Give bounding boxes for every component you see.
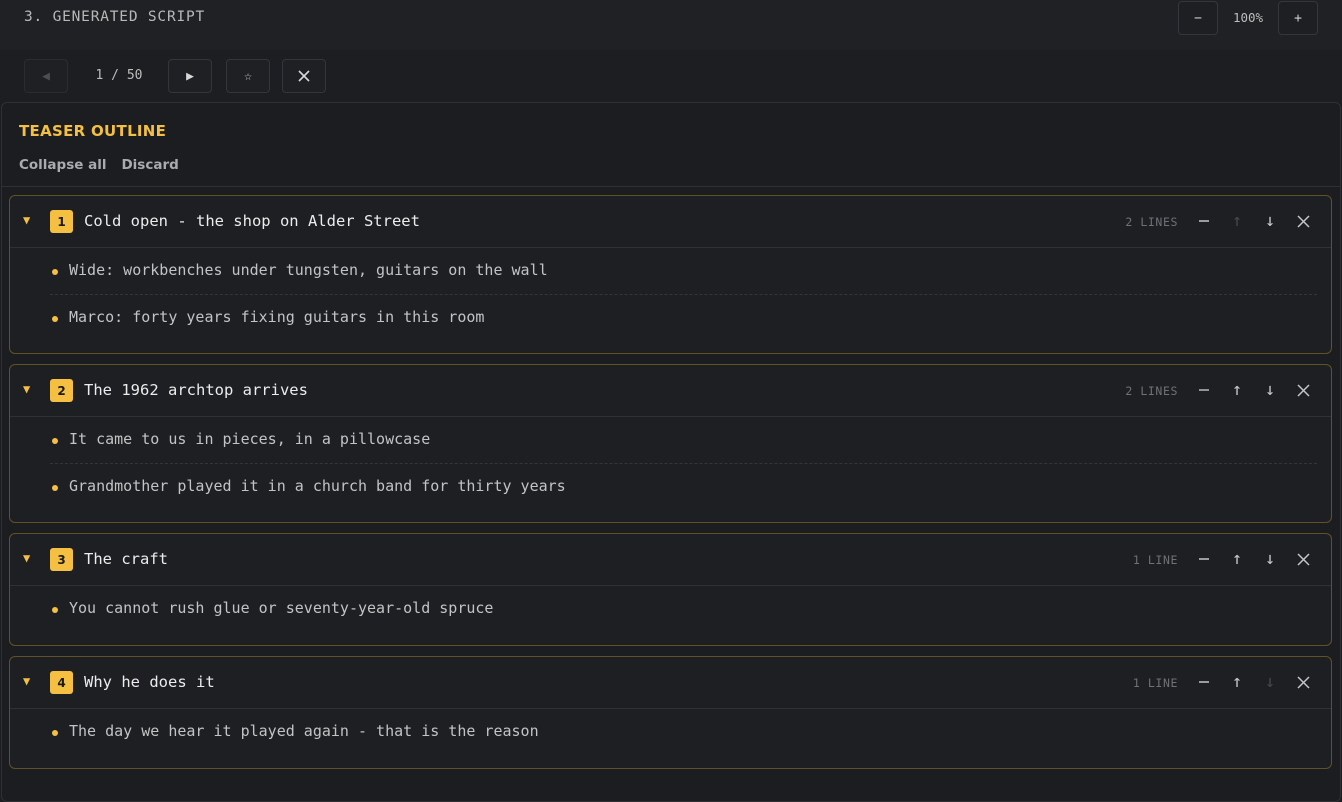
favorite-button[interactable]: ☆ bbox=[226, 59, 270, 93]
previous-button[interactable]: ◀ bbox=[24, 59, 68, 93]
remove-section-button[interactable] bbox=[1291, 209, 1315, 233]
section-header[interactable]: ▼ 4 Why he does it 1 LINE ↑ ↓ bbox=[10, 657, 1331, 709]
section-title[interactable]: Why he does it bbox=[84, 673, 215, 691]
script-line-text[interactable]: The day we hear it played again - that i… bbox=[69, 722, 539, 740]
section-header[interactable]: ▼ 2 The 1962 archtop arrives 2 LINES ↑ ↓ bbox=[10, 365, 1331, 417]
minus-icon bbox=[1199, 681, 1209, 683]
play-reverse-icon: ◀ bbox=[42, 68, 50, 84]
section-title[interactable]: The craft bbox=[84, 550, 168, 568]
move-down-button[interactable]: ↓ bbox=[1258, 547, 1282, 571]
bullet-icon bbox=[52, 485, 58, 491]
line-count: 2 LINES bbox=[1125, 215, 1178, 229]
outline-section: ▼ 2 The 1962 archtop arrives 2 LINES ↑ ↓ bbox=[9, 364, 1332, 523]
chevron-down-icon[interactable]: ▼ bbox=[23, 551, 30, 565]
move-down-button[interactable]: ↓ bbox=[1258, 378, 1282, 402]
outline-header: TEASER OUTLINE Collapse all Discard bbox=[2, 103, 1340, 187]
star-icon: ☆ bbox=[244, 68, 252, 84]
script-line-text[interactable]: Wide: workbenches under tungsten, guitar… bbox=[69, 261, 548, 279]
arrow-down-icon: ↓ bbox=[1264, 672, 1276, 692]
collapse-section-button[interactable] bbox=[1192, 378, 1216, 402]
section-number-badge: 2 bbox=[50, 379, 73, 402]
outline-section: ▼ 3 The craft 1 LINE ↑ ↓ You cannot rush… bbox=[9, 533, 1332, 646]
close-icon bbox=[1296, 383, 1310, 397]
script-line-text[interactable]: It came to us in pieces, in a pillowcase bbox=[69, 430, 430, 448]
bullet-icon bbox=[52, 438, 58, 444]
line-count: 1 LINE bbox=[1132, 553, 1178, 567]
close-icon bbox=[1296, 552, 1310, 566]
script-line[interactable]: Wide: workbenches under tungsten, guitar… bbox=[50, 248, 1317, 294]
minus-icon bbox=[1199, 389, 1209, 391]
remove-section-button[interactable] bbox=[1291, 378, 1315, 402]
minus-icon bbox=[1199, 220, 1209, 222]
close-icon bbox=[1296, 214, 1310, 228]
move-down-button[interactable]: ↓ bbox=[1258, 209, 1282, 233]
bullet-icon bbox=[52, 730, 58, 736]
line-count: 2 LINES bbox=[1125, 384, 1178, 398]
outline-section: ▼ 4 Why he does it 1 LINE ↑ ↓ The day we… bbox=[9, 656, 1332, 769]
zoom-level: 100% bbox=[1232, 10, 1264, 25]
minus-icon bbox=[1199, 558, 1209, 560]
script-line-text[interactable]: You cannot rush glue or seventy-year-old… bbox=[69, 599, 493, 617]
page-indicator: 1 / 50 bbox=[95, 68, 143, 83]
move-up-button[interactable]: ↑ bbox=[1225, 378, 1249, 402]
outline-actions: Collapse all Discard bbox=[19, 157, 179, 173]
arrow-up-icon: ↑ bbox=[1231, 549, 1243, 569]
arrow-up-icon: ↑ bbox=[1231, 380, 1243, 400]
outline-section: ▼ 1 Cold open - the shop on Alder Street… bbox=[9, 195, 1332, 354]
zoom-in-button[interactable]: + bbox=[1278, 1, 1318, 35]
arrow-down-icon: ↓ bbox=[1264, 549, 1276, 569]
script-line-text[interactable]: Grandmother played it in a church band f… bbox=[69, 477, 566, 495]
bullet-icon bbox=[52, 607, 58, 613]
close-icon bbox=[1296, 675, 1310, 689]
script-line[interactable]: You cannot rush glue or seventy-year-old… bbox=[50, 586, 1317, 632]
next-button[interactable]: ▶ bbox=[168, 59, 212, 93]
section-number-badge: 1 bbox=[50, 210, 73, 233]
outline-title: TEASER OUTLINE bbox=[19, 122, 167, 140]
chevron-down-icon[interactable]: ▼ bbox=[23, 213, 30, 227]
script-line[interactable]: Grandmother played it in a church band f… bbox=[50, 463, 1317, 509]
arrow-down-icon: ↓ bbox=[1264, 211, 1276, 231]
zoom-out-button[interactable]: − bbox=[1178, 1, 1218, 35]
close-button[interactable] bbox=[282, 59, 326, 93]
header-bar: 3. GENERATED SCRIPT − 100% + bbox=[0, 0, 1342, 50]
chevron-down-icon[interactable]: ▼ bbox=[23, 382, 30, 396]
section-title[interactable]: Cold open - the shop on Alder Street bbox=[84, 212, 420, 230]
arrow-up-icon: ↑ bbox=[1231, 211, 1243, 231]
move-up-button[interactable]: ↑ bbox=[1225, 547, 1249, 571]
collapse-all-button[interactable]: Collapse all bbox=[19, 157, 106, 173]
section-number-badge: 3 bbox=[50, 548, 73, 571]
remove-section-button[interactable] bbox=[1291, 670, 1315, 694]
chevron-down-icon[interactable]: ▼ bbox=[23, 674, 30, 688]
section-title[interactable]: The 1962 archtop arrives bbox=[84, 381, 308, 399]
arrow-up-icon: ↑ bbox=[1231, 672, 1243, 692]
collapse-section-button[interactable] bbox=[1192, 670, 1216, 694]
script-line-text[interactable]: Marco: forty years fixing guitars in thi… bbox=[69, 308, 484, 326]
remove-section-button[interactable] bbox=[1291, 547, 1315, 571]
arrow-down-icon: ↓ bbox=[1264, 380, 1276, 400]
script-line[interactable]: Marco: forty years fixing guitars in thi… bbox=[50, 294, 1317, 340]
discard-button[interactable]: Discard bbox=[121, 157, 178, 173]
section-header[interactable]: ▼ 3 The craft 1 LINE ↑ ↓ bbox=[10, 534, 1331, 586]
pagination-bar: ◀ 1 / 50 ▶ ☆ bbox=[0, 50, 1342, 102]
move-up-button[interactable]: ↑ bbox=[1225, 209, 1249, 233]
page-title: 3. GENERATED SCRIPT bbox=[24, 9, 206, 25]
section-number-badge: 4 bbox=[50, 671, 73, 694]
play-icon: ▶ bbox=[186, 68, 194, 84]
section-header[interactable]: ▼ 1 Cold open - the shop on Alder Street… bbox=[10, 196, 1331, 248]
bullet-icon bbox=[52, 316, 58, 322]
move-up-button[interactable]: ↑ bbox=[1225, 670, 1249, 694]
collapse-section-button[interactable] bbox=[1192, 209, 1216, 233]
line-count: 1 LINE bbox=[1132, 676, 1178, 690]
bullet-icon bbox=[52, 269, 58, 275]
move-down-button[interactable]: ↓ bbox=[1258, 670, 1282, 694]
script-line[interactable]: The day we hear it played again - that i… bbox=[50, 709, 1317, 755]
script-line[interactable]: It came to us in pieces, in a pillowcase bbox=[50, 417, 1317, 463]
collapse-section-button[interactable] bbox=[1192, 547, 1216, 571]
close-icon bbox=[298, 70, 310, 82]
